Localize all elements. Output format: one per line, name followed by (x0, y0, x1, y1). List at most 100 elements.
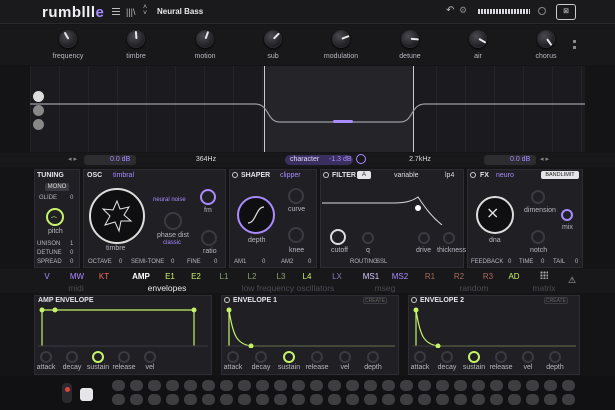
macro-knob-2[interactable] (196, 30, 214, 48)
power-icon[interactable] (538, 7, 546, 15)
vel-knob[interactable] (144, 351, 156, 363)
mod-tab-e1[interactable]: E1 (158, 272, 182, 281)
filter-type[interactable]: variable (394, 172, 419, 179)
ratio-knob[interactable] (201, 230, 217, 246)
keyboard-key[interactable] (436, 394, 449, 405)
mod-tab-e2[interactable]: E2 (184, 272, 208, 281)
mod-tab-r3[interactable]: R3 (476, 272, 500, 281)
keyboard-key[interactable] (184, 394, 197, 405)
decay-knob[interactable] (441, 351, 453, 363)
keyboard-key[interactable] (364, 380, 377, 391)
mod-tab-l2[interactable]: L2 (240, 272, 264, 281)
unison-value[interactable]: 1 (70, 241, 73, 247)
envelope-power-icon[interactable] (224, 297, 230, 303)
bandlimit-button[interactable]: BANDLIMIT (541, 171, 579, 179)
vel-knob[interactable] (522, 351, 534, 363)
sustain-knob[interactable] (283, 351, 295, 363)
mod-tab-ms1[interactable]: MS1 (359, 272, 383, 281)
keyboard-key[interactable] (562, 394, 575, 405)
mod-tab-r1[interactable]: R1 (418, 272, 442, 281)
eq-side-icon-1[interactable] (33, 91, 44, 102)
phase-dist-knob[interactable] (164, 212, 182, 230)
keyboard-key[interactable] (202, 394, 215, 405)
decay-knob[interactable] (255, 351, 267, 363)
macro-knob-3[interactable] (264, 30, 282, 48)
right-band-arrows[interactable]: ◂ ▸ (540, 155, 549, 163)
keyboard-key[interactable] (130, 394, 143, 405)
macro-dots[interactable] (573, 40, 576, 49)
release-knob[interactable] (118, 351, 130, 363)
keyboard-key[interactable] (148, 380, 161, 391)
keyboard-key[interactable] (454, 380, 467, 391)
mod-tab-l1[interactable]: L1 (212, 272, 236, 281)
warning-icon[interactable]: ⚠ (568, 275, 576, 286)
keyboard-key[interactable] (238, 394, 251, 405)
keyboard-key[interactable] (292, 380, 305, 391)
envelope-graph[interactable] (412, 306, 576, 348)
shaper-type[interactable]: clipper (280, 172, 301, 179)
keyboard-key[interactable] (418, 394, 431, 405)
keyboard-key[interactable] (166, 394, 179, 405)
keyboard-key[interactable] (238, 380, 251, 391)
neural-noise-select[interactable]: neural noise (153, 197, 186, 203)
keyboard-key[interactable] (256, 394, 269, 405)
keyboard-key[interactable] (490, 380, 503, 391)
library-icon[interactable]: |||\ (126, 7, 136, 17)
keyboard-key[interactable] (400, 380, 413, 391)
mod-tab-amp[interactable]: AMP (129, 272, 153, 281)
cutoff-knob[interactable] (330, 229, 346, 245)
envelope-create-button[interactable]: CREATE (544, 297, 568, 304)
knee-knob[interactable] (288, 227, 304, 243)
macro-knob-1[interactable] (127, 30, 145, 48)
keyboard-key[interactable] (148, 394, 161, 405)
semitone-value[interactable]: 0 (171, 259, 174, 265)
pitch-knob[interactable]: ⌒ (46, 208, 64, 226)
keyboard-key[interactable] (472, 394, 485, 405)
attack-knob[interactable] (414, 351, 426, 363)
vel-knob[interactable] (339, 351, 351, 363)
release-knob[interactable] (311, 351, 323, 363)
detune-value[interactable]: 0 (70, 250, 73, 256)
envelope-power-icon[interactable] (411, 297, 417, 303)
mod-tab-lx[interactable]: LX (325, 272, 349, 281)
depth-knob[interactable] (549, 351, 561, 363)
macro-knob-4[interactable] (332, 30, 350, 48)
keyboard-key[interactable] (274, 380, 287, 391)
filter-slope[interactable]: lp4 (445, 172, 454, 179)
preset-arrows-icon[interactable]: ˄ ˅ (143, 4, 147, 17)
am1-value[interactable]: 0 (262, 259, 265, 265)
undo-icon[interactable]: ↶ (446, 5, 454, 16)
record-button[interactable] (62, 383, 72, 403)
keyboard-key[interactable] (526, 380, 539, 391)
attack-knob[interactable] (40, 351, 52, 363)
keyboard-key[interactable] (508, 394, 521, 405)
keyboard-key[interactable] (490, 394, 503, 405)
keyboard-key[interactable] (274, 394, 287, 405)
mod-tab-v[interactable]: V (35, 272, 59, 281)
fm-knob[interactable] (200, 189, 216, 205)
left-band-arrows[interactable]: ◂ ▸ (68, 155, 77, 163)
matrix-grid-icon[interactable] (540, 271, 548, 279)
keyboard-key[interactable] (382, 380, 395, 391)
mono-button[interactable]: MONO (45, 183, 69, 191)
q-knob[interactable] (362, 232, 374, 244)
keyboard-key[interactable] (328, 394, 341, 405)
keyboard-key[interactable] (400, 394, 413, 405)
shaper-toggle-icon[interactable] (232, 172, 238, 178)
macro-knob-0[interactable] (59, 30, 77, 48)
thickness-knob[interactable] (443, 232, 455, 244)
sustain-knob[interactable] (468, 351, 480, 363)
left-band-pill[interactable]: 0.0 dB (84, 155, 136, 165)
keyboard-key[interactable] (328, 380, 341, 391)
envelope-create-button[interactable]: CREATE (363, 297, 387, 304)
keyboard-key[interactable] (346, 394, 359, 405)
curve-knob[interactable] (288, 188, 304, 204)
routing-value[interactable]: SSL (376, 259, 387, 265)
character-pill[interactable]: character -1.3 dB (285, 155, 353, 165)
glide-value[interactable]: 0 (70, 195, 73, 201)
keyboard-key[interactable] (508, 380, 521, 391)
tail-value[interactable]: 0 (575, 259, 578, 265)
keyboard-key[interactable] (112, 380, 125, 391)
preset-name[interactable]: Neural Bass (157, 7, 203, 16)
play-button[interactable] (80, 388, 93, 401)
